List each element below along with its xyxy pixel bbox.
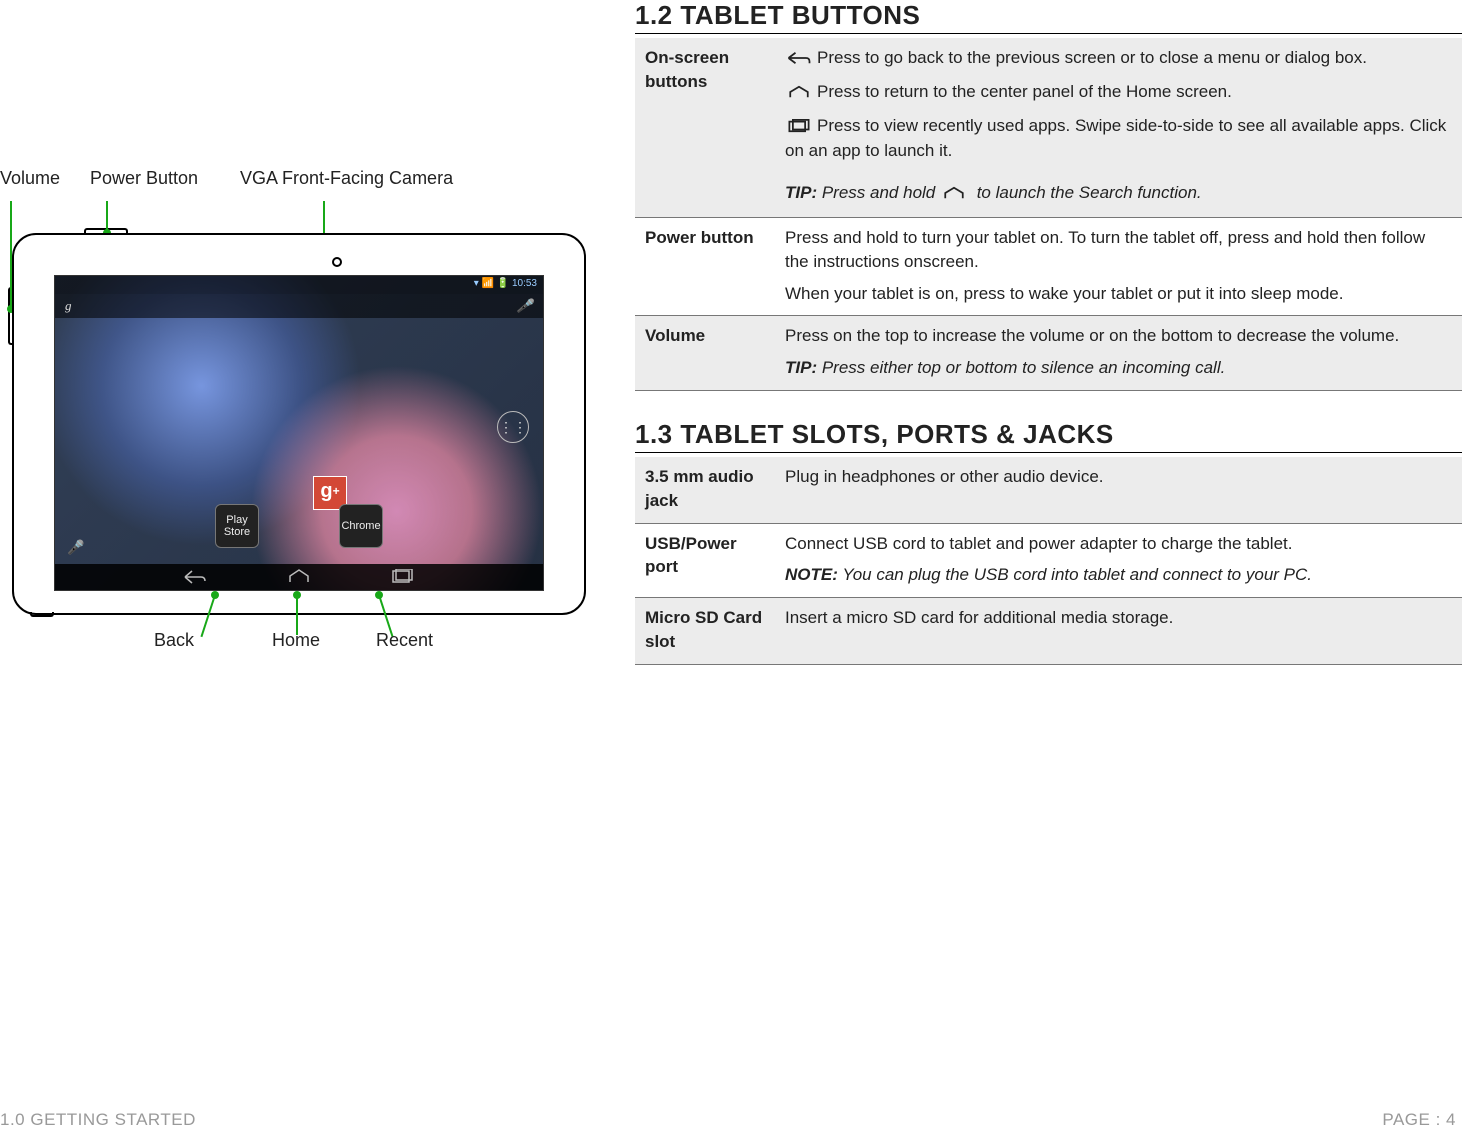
callout-recent: Recent	[376, 630, 433, 651]
text-onscreen-back: Press to go back to the previous screen …	[817, 48, 1367, 67]
cell-usb-key: USB/Power port	[635, 523, 775, 598]
nav-recent-icon	[391, 569, 415, 585]
section-heading-buttons: 1.2 TABLET BUTTONS	[635, 0, 1462, 34]
text-volume-1: Press on the top to increase the volume …	[785, 324, 1452, 348]
row-usb-port: USB/Power port Connect USB cord to table…	[635, 523, 1462, 598]
row-sd-slot: Micro SD Card slot Insert a micro SD car…	[635, 598, 1462, 665]
footer-section: 1.0 GETTING STARTED	[0, 1110, 196, 1130]
tip-text-b: to launch the Search function.	[972, 183, 1202, 202]
apps-drawer-icon: ⋮⋮	[497, 411, 529, 443]
text-usb-note: You can plug the USB cord into tablet an…	[842, 565, 1312, 584]
table-tablet-buttons: On-screen buttons Press to go back to th…	[635, 38, 1462, 391]
tip-text-a: Press and hold	[822, 183, 940, 202]
callout-volume: Volume	[0, 168, 60, 189]
tablet-diagram-column: Volume Power Button VGA Front-Facing Cam…	[0, 0, 625, 1148]
footer-page: PAGE : 4	[1382, 1110, 1456, 1130]
cell-power-desc: Press and hold to turn your tablet on. T…	[775, 217, 1462, 315]
section-heading-ports: 1.3 TABLET SLOTS, PORTS & JACKS	[635, 419, 1462, 453]
cell-usb-desc: Connect USB cord to tablet and power ada…	[775, 523, 1462, 598]
cell-sd-key: Micro SD Card slot	[635, 598, 775, 665]
cell-audio-key: 3.5 mm audio jack	[635, 457, 775, 523]
callout-back: Back	[154, 630, 194, 651]
text-power-1: Press and hold to turn your tablet on. T…	[785, 226, 1452, 274]
nav-back-icon	[183, 569, 207, 585]
cell-audio-desc: Plug in headphones or other audio device…	[775, 457, 1462, 523]
play-store-icon: Play Store	[215, 504, 259, 548]
tablet-illustration: ▾ 📶 🔋 10:53 g 🎤 ⋮⋮ g 🎤 Play Store Chrome	[0, 225, 600, 620]
clock-text: 10:53	[512, 278, 537, 289]
callout-vga-camera: VGA Front-Facing Camera	[240, 168, 453, 189]
text-power-2: When your tablet is on, press to wake yo…	[785, 282, 1452, 306]
home-icon	[940, 183, 968, 207]
callout-power-button: Power Button	[90, 168, 198, 189]
text-onscreen-recent: Press to view recently used apps. Swipe …	[785, 116, 1446, 161]
cell-volume-key: Volume	[635, 316, 775, 391]
cell-onscreen-key: On-screen buttons	[635, 38, 775, 217]
table-tablet-ports: 3.5 mm audio jack Plug in headphones or …	[635, 457, 1462, 665]
text-onscreen-home: Press to return to the center panel of t…	[817, 82, 1232, 101]
cell-power-key: Power button	[635, 217, 775, 315]
home-icon	[785, 82, 813, 106]
mic-icon: 🎤	[517, 298, 533, 314]
row-volume: Volume Press on the top to increase the …	[635, 316, 1462, 391]
row-audio-jack: 3.5 mm audio jack Plug in headphones or …	[635, 457, 1462, 523]
tip-label: TIP:	[785, 358, 817, 377]
recent-icon	[785, 116, 813, 140]
row-onscreen-buttons: On-screen buttons Press to go back to th…	[635, 38, 1462, 217]
cell-onscreen-desc: Press to go back to the previous screen …	[775, 38, 1462, 217]
callout-home: Home	[272, 630, 320, 651]
text-volume-tip: Press either top or bottom to silence an…	[822, 358, 1225, 377]
cell-volume-desc: Press on the top to increase the volume …	[775, 316, 1462, 391]
back-icon	[785, 48, 813, 72]
search-bar: g 🎤	[55, 294, 543, 318]
text-usb: Connect USB cord to tablet and power ada…	[785, 532, 1452, 556]
camera-icon	[332, 257, 342, 267]
cell-sd-desc: Insert a micro SD card for additional me…	[775, 598, 1462, 665]
row-power-button: Power button Press and hold to turn your…	[635, 217, 1462, 315]
nav-home-icon	[287, 569, 311, 585]
tip-label: TIP:	[785, 183, 817, 202]
google-g-icon: g	[65, 298, 72, 314]
note-label: NOTE:	[785, 565, 838, 584]
tablet-screen: ▾ 📶 🔋 10:53 g 🎤 ⋮⋮ g 🎤 Play Store Chrome	[54, 275, 544, 591]
chrome-icon: Chrome	[339, 504, 383, 548]
status-bar: ▾ 📶 🔋 10:53	[55, 276, 543, 294]
